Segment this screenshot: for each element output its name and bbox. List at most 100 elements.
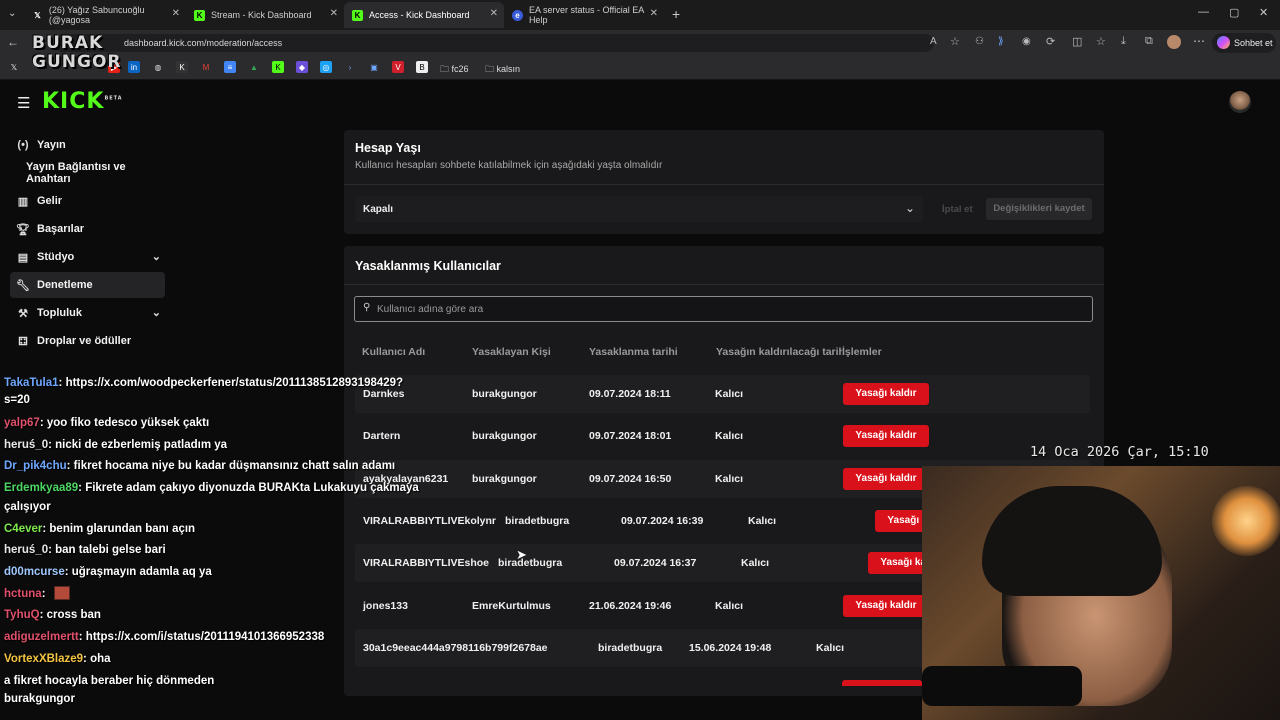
close-window-icon[interactable]: ✕ bbox=[1259, 6, 1268, 19]
chat-text: : https://x.com/woodpeckerfener/status/2… bbox=[58, 377, 404, 389]
chat-username[interactable]: Dr_pik4chu bbox=[4, 460, 67, 472]
web-bookmark-icon[interactable]: › bbox=[344, 61, 356, 73]
profile-avatar[interactable] bbox=[1167, 35, 1181, 49]
refresh-icon[interactable]: ⟳ bbox=[1046, 35, 1055, 48]
chat-username[interactable]: yalp67 bbox=[4, 417, 40, 429]
microphone bbox=[922, 666, 1082, 706]
more-menu-icon[interactable]: ⋯ bbox=[1193, 34, 1205, 48]
bookmark-folder-kalsin[interactable]: 🗀 kalsın bbox=[485, 62, 520, 78]
sidebar-item-basarilar[interactable]: 🏆︎ Başarılar bbox=[10, 216, 165, 242]
cell-banned-by: burakgungor bbox=[472, 388, 537, 400]
gmail-bookmark-icon[interactable]: M bbox=[200, 61, 212, 73]
close-tab-icon[interactable]: ✕ bbox=[650, 8, 658, 19]
chat-username[interactable]: d00mcurse bbox=[4, 566, 65, 578]
sidebar-item-droplar[interactable]: ⚃ Droplar ve ödüller bbox=[10, 328, 165, 354]
extension-icon[interactable]: ⟫ bbox=[998, 36, 1004, 47]
tab-actions-icon[interactable]: ⌄ bbox=[8, 8, 16, 19]
linkedin-bookmark-icon[interactable]: in bbox=[128, 61, 140, 73]
mouse-cursor-icon: ➤ bbox=[516, 547, 527, 562]
sidebar-item-yayin[interactable]: (•) Yayın bbox=[10, 132, 165, 158]
user-avatar[interactable] bbox=[1229, 91, 1251, 113]
trophy-icon: 🏆︎ bbox=[16, 223, 30, 236]
read-aloud-icon[interactable]: A bbox=[930, 36, 937, 47]
bookmark-folder-fc26[interactable]: 🗀 fc26 bbox=[440, 62, 469, 78]
web-bookmark-icon[interactable]: B bbox=[416, 61, 428, 73]
vivaldi-bookmark-icon[interactable]: V bbox=[392, 61, 404, 73]
chat-username[interactable]: TakaTula1 bbox=[4, 377, 59, 389]
chat-username[interactable]: adiguzelmertt bbox=[4, 631, 79, 643]
close-tab-icon[interactable]: ✕ bbox=[172, 8, 180, 19]
maximize-icon[interactable]: ▢ bbox=[1229, 6, 1239, 19]
split-screen-icon[interactable]: ◫ bbox=[1072, 35, 1082, 48]
tab-ea[interactable]: e EA server status - Official EA Help ✕ bbox=[504, 2, 664, 28]
sidebar-item-denetleme[interactable]: 🔧︎ Denetleme bbox=[10, 272, 165, 298]
chat-username[interactable]: VortexXBlaze9 bbox=[4, 653, 83, 665]
drive-bookmark-icon[interactable]: ▲ bbox=[248, 61, 260, 73]
sidebar-item-label: Yayın Bağlantısı ve Anahtarı bbox=[26, 161, 126, 185]
copilot-button[interactable]: Sohbet et bbox=[1212, 33, 1276, 53]
x-bookmark-icon[interactable]: 𝕏 bbox=[8, 61, 20, 73]
minimize-icon[interactable]: — bbox=[1198, 6, 1209, 18]
sidebar-item-gelir[interactable]: ▥ Gelir bbox=[10, 188, 165, 214]
chat-username[interactable]: heruś_0 bbox=[4, 439, 48, 451]
sidebar-item-studyo[interactable]: ▤ Stüdyo ⌄ bbox=[10, 244, 165, 270]
save-changes-button[interactable]: Değişiklikleri kaydet bbox=[986, 198, 1092, 220]
close-tab-icon[interactable]: ✕ bbox=[490, 8, 498, 19]
close-tab-icon[interactable]: ✕ bbox=[330, 8, 338, 19]
kick-logo[interactable]: KICKBETA bbox=[42, 89, 123, 114]
unban-button-partial[interactable] bbox=[842, 680, 922, 686]
unban-button[interactable]: Yasağı kaldır bbox=[843, 383, 929, 405]
web-bookmark-icon[interactable]: ▣ bbox=[368, 61, 380, 73]
chevron-down-icon: ⌄ bbox=[151, 307, 161, 319]
sidebar-item-stream-key[interactable]: Yayın Bağlantısı ve Anahtarı bbox=[10, 160, 165, 186]
chat-message: d00mcurse: uğraşmayın adamla aq ya bbox=[4, 566, 212, 578]
tab-stream[interactable]: K Stream - Kick Dashboard ✕ bbox=[186, 2, 344, 28]
extension-icon[interactable]: ⚇ bbox=[975, 36, 984, 47]
unban-button[interactable]: Yasağı kaldır bbox=[843, 595, 929, 617]
chat-username[interactable]: Erdemkyaa89 bbox=[4, 482, 78, 494]
unban-button[interactable]: Yasağı kaldır bbox=[843, 425, 929, 447]
chat-text: : oha bbox=[83, 653, 111, 665]
back-icon[interactable]: ← bbox=[7, 35, 19, 49]
favorites-icon[interactable]: ☆ bbox=[1096, 35, 1106, 48]
copilot-icon bbox=[1217, 36, 1230, 49]
kick-header: ☰ KICKBETA bbox=[0, 81, 1280, 125]
kick-bookmark-icon[interactable]: K bbox=[176, 61, 188, 73]
column-header-unban-date: Yasağın kaldırılacağı tarih bbox=[716, 346, 845, 358]
unban-button[interactable]: Yasağı kaldır bbox=[843, 468, 929, 490]
screenshot-icon[interactable]: ⧉ bbox=[1145, 35, 1153, 48]
url-field[interactable]: dashboard.kick.com/moderation/access bbox=[54, 34, 934, 52]
chat-message: C4ever: benim glarundan banı açın bbox=[4, 523, 195, 535]
cancel-button[interactable]: İptal et bbox=[942, 204, 973, 215]
download-icon[interactable]: ⤓ bbox=[1121, 35, 1126, 48]
search-placeholder: Kullanıcı adına göre ara bbox=[377, 304, 484, 315]
tab-x[interactable]: 𝕏 (26) Yağız Sabuncuoğlu (@yagosa ✕ bbox=[24, 2, 186, 28]
hamburger-menu-icon[interactable]: ☰ bbox=[17, 94, 30, 112]
chat-text: burakgungor bbox=[4, 693, 75, 705]
kick-bookmark-icon[interactable]: K bbox=[272, 61, 284, 73]
docs-bookmark-icon[interactable]: ≡ bbox=[224, 61, 236, 73]
web-bookmark-icon[interactable]: ◆ bbox=[296, 61, 308, 73]
chat-text: : yoo fiko tedesco yüksek çaktı bbox=[39, 417, 210, 429]
extension-icon[interactable]: ◉ bbox=[1022, 36, 1031, 47]
chat-message: Erdemkyaa89: Fikrete adam çakıyo diyonuz… bbox=[4, 482, 419, 494]
web-bookmark-icon[interactable]: ◍ bbox=[152, 61, 164, 73]
chat-username[interactable]: TyhuQ bbox=[4, 609, 40, 621]
table-row: Darnkes burakgungor 09.07.2024 18:11 Kal… bbox=[355, 375, 1090, 413]
tab-label: Access - Kick Dashboard bbox=[369, 10, 470, 20]
cell-unban-date: Kalıcı bbox=[748, 515, 777, 527]
sidebar-item-topluluk[interactable]: ⚒︎ Topluluk ⌄ bbox=[10, 300, 165, 326]
tab-access[interactable]: K Access - Kick Dashboard ✕ bbox=[344, 2, 504, 28]
chat-text: s=20 bbox=[4, 394, 30, 406]
chat-username[interactable]: hctuna bbox=[4, 588, 42, 600]
chat-username[interactable]: C4ever bbox=[4, 523, 42, 535]
web-bookmark-icon[interactable]: ◎ bbox=[320, 61, 332, 73]
search-icon: ⚲ bbox=[363, 302, 371, 313]
new-tab-icon[interactable]: + bbox=[672, 6, 680, 22]
favorite-star-icon[interactable]: ☆ bbox=[950, 35, 960, 48]
chat-username[interactable]: heruś_0 bbox=[4, 544, 48, 556]
folder-label: fc26 bbox=[451, 64, 469, 74]
account-age-select[interactable]: Kapalı ⌄ bbox=[355, 196, 923, 222]
search-input[interactable]: ⚲ Kullanıcı adına göre ara bbox=[354, 296, 1093, 322]
url-text: dashboard.kick.com/moderation/access bbox=[124, 38, 283, 48]
